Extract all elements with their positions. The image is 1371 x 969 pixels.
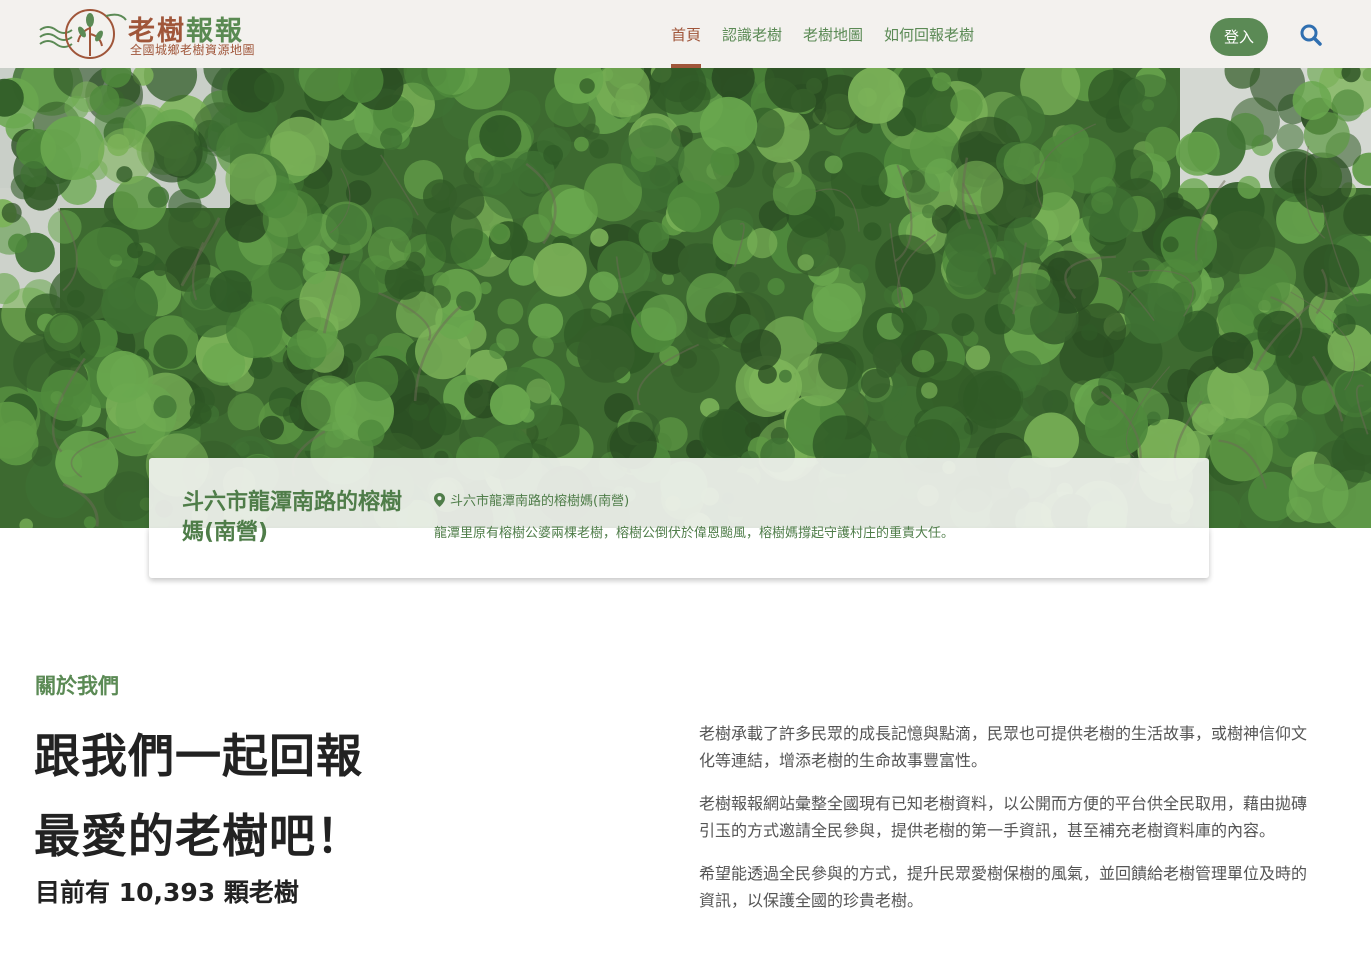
about-paragraph: 老樹承載了許多民眾的成長記憶與點滴，民眾也可提供老樹的生活故事，或樹神信仰文化等… bbox=[699, 724, 1308, 770]
tree-count: 目前有 10,393 顆老樹 bbox=[35, 878, 299, 907]
nav-item-home[interactable]: 首頁 bbox=[665, 0, 707, 68]
featured-tree-location-text: 斗六市龍潭南路的榕樹媽(南營) bbox=[450, 494, 630, 509]
main-nav: 首頁 認識老樹 老樹地圖 如何回報老樹 bbox=[665, 0, 989, 68]
about-paragraph: 老樹報報網站彙整全國現有已知老樹資料，以公開而方便的平台供全民取用，藉由拋磚引玉… bbox=[699, 794, 1308, 840]
site-logo[interactable]: 老樹報報 全國城鄉老樹資源地圖 bbox=[38, 6, 278, 62]
map-pin-icon bbox=[434, 492, 445, 507]
about-heading: 跟我們一起回報 最愛的老樹吧！ bbox=[34, 716, 363, 876]
about-heading-line2: 最愛的老樹吧！ bbox=[34, 809, 363, 863]
site-header: 老樹報報 全國城鄉老樹資源地圖 首頁 認識老樹 老樹地圖 如何回報老樹 登入 bbox=[0, 0, 1371, 68]
featured-tree-location: 斗六市龍潭南路的榕樹媽(南營) bbox=[434, 490, 629, 509]
about-heading-line1: 跟我們一起回報 bbox=[34, 729, 363, 783]
login-button[interactable]: 登入 bbox=[1210, 18, 1268, 56]
about-eyebrow: 關於我們 bbox=[35, 674, 119, 698]
featured-tree-title[interactable]: 斗六市龍潭南路的榕樹媽(南營) bbox=[182, 488, 412, 548]
tree-logo-icon bbox=[39, 9, 127, 59]
featured-tree-description: 龍潭里原有榕樹公婆兩棵老樹，榕樹公倒伏於偉恩颱風，榕樹媽撐起守護村庄的重責大任。 bbox=[434, 526, 955, 541]
nav-item-about-trees[interactable]: 認識老樹 bbox=[716, 0, 788, 68]
nav-item-tree-map[interactable]: 老樹地圖 bbox=[797, 0, 869, 68]
about-description: 老樹承載了許多民眾的成長記憶與點滴，民眾也可提供老樹的生活故事，或樹神信仰文化等… bbox=[699, 720, 1317, 930]
about-paragraph: 希望能透過全民參與的方式，提升民眾愛樹保樹的風氣，並回饋給老樹管理單位及時的資訊… bbox=[699, 864, 1308, 910]
logo-subtitle: 全國城鄉老樹資源地圖 bbox=[130, 43, 256, 57]
nav-item-how-to-report[interactable]: 如何回報老樹 bbox=[878, 0, 980, 68]
search-icon[interactable] bbox=[1298, 22, 1324, 48]
